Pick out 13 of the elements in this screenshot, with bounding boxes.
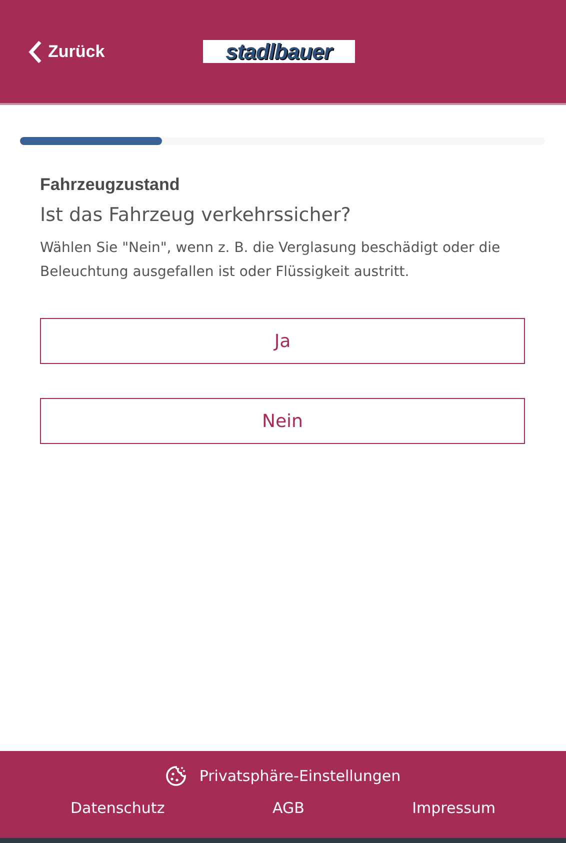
back-link[interactable]: Zurück	[28, 40, 105, 64]
cookie-icon	[165, 765, 188, 787]
chevron-left-icon	[28, 40, 42, 64]
privacy-settings-link[interactable]: Privatsphäre-Einstellungen	[165, 765, 401, 787]
answer-button[interactable]: Nein	[40, 398, 525, 444]
answer-button[interactable]: Ja	[40, 318, 525, 364]
footer-link[interactable]: AGB	[272, 799, 304, 817]
question-hint: Wählen Sie "Nein", wenn z. B. die Verglasung beschädigt oder die Beleuchtung ausgefallen ist oder Flüssigkeit austritt.	[40, 239, 502, 282]
footer-link[interactable]: Impressum	[412, 799, 496, 817]
section-title: Fahrzeugzustand	[40, 175, 181, 195]
logo: stadlbauer	[202, 40, 355, 63]
footer-link[interactable]: Datenschutz	[70, 799, 165, 817]
question-title: Ist das Fahrzeug verkehrssicher?	[40, 204, 352, 226]
